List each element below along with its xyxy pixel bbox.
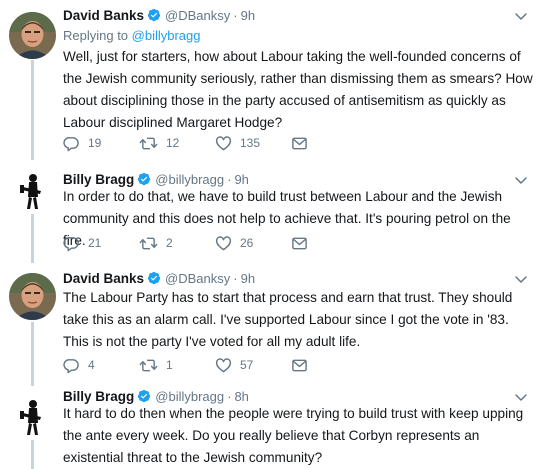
display-name[interactable]: Billy Bragg — [63, 389, 134, 404]
user-handle[interactable]: @billybragg — [155, 172, 224, 187]
envelope-icon — [291, 235, 308, 252]
chevron-down-icon[interactable] — [514, 390, 528, 404]
reply-count: 4 — [88, 358, 95, 372]
separator-dot: · — [233, 7, 238, 23]
display-name[interactable]: David Banks — [63, 271, 144, 286]
user-handle[interactable]: @billybragg — [155, 389, 224, 404]
replying-to-label: Replying to — [63, 28, 132, 43]
display-name[interactable]: Billy Bragg — [63, 172, 134, 187]
reply-icon — [63, 357, 80, 374]
user-handle[interactable]: @DBanksy — [165, 8, 230, 23]
tweet-actions: 19 12 135 — [63, 134, 367, 152]
envelope-icon — [291, 135, 308, 152]
retweet-count: 12 — [166, 136, 180, 150]
avatar-david-banks[interactable] — [9, 273, 56, 320]
avatar-david-banks[interactable] — [9, 12, 56, 59]
verified-badge-icon — [147, 8, 161, 22]
retweet-button[interactable]: 1 — [139, 357, 215, 374]
retweet-button[interactable]: 2 — [139, 235, 215, 252]
retweet-icon — [139, 235, 158, 252]
chevron-down-icon[interactable] — [514, 9, 528, 23]
reply-count: 21 — [88, 236, 102, 250]
tweet-header: David Banks @DBanksy · 9h — [63, 6, 255, 24]
retweet-count: 2 — [166, 236, 173, 250]
direct-message-button[interactable] — [291, 135, 367, 152]
verified-badge-icon — [147, 271, 161, 285]
tweet-text: Well, just for starters, how about Labou… — [63, 49, 533, 130]
like-button[interactable]: 57 — [215, 357, 291, 374]
timestamp[interactable]: 9h — [234, 172, 248, 187]
like-count: 57 — [240, 358, 254, 372]
direct-message-button[interactable] — [291, 235, 367, 252]
avatar-billy-bragg[interactable] — [9, 167, 56, 214]
retweet-count: 1 — [166, 358, 173, 372]
like-button[interactable]: 135 — [215, 135, 291, 152]
tweet-text: It hard to do then when the people were … — [63, 406, 524, 465]
like-count: 26 — [240, 236, 254, 250]
retweet-icon — [139, 135, 158, 152]
tweet-actions: 4 1 57 — [63, 356, 367, 374]
direct-message-button[interactable] — [291, 357, 367, 374]
tweet-header: David Banks @DBanksy · 9h — [63, 269, 255, 287]
timestamp[interactable]: 9h — [241, 8, 255, 23]
chevron-down-icon[interactable] — [514, 272, 528, 286]
user-handle[interactable]: @DBanksy — [165, 271, 230, 286]
display-name[interactable]: David Banks — [63, 8, 144, 23]
heart-icon — [215, 135, 232, 152]
reply-icon — [63, 135, 80, 152]
avatar-billy-bragg[interactable] — [9, 393, 56, 440]
tweet[interactable]: David Banks @DBanksy · 9h Replying to @b… — [0, 0, 540, 160]
retweet-icon — [139, 357, 158, 374]
separator-dot: · — [227, 171, 232, 187]
tweet[interactable]: Billy Bragg @billybragg · 8h It hard to … — [0, 386, 540, 469]
tweet[interactable]: David Banks @DBanksy · 9h The Labour Par… — [0, 263, 540, 386]
timestamp[interactable]: 9h — [241, 271, 255, 286]
separator-dot: · — [233, 270, 238, 286]
verified-badge-icon — [137, 389, 151, 403]
reply-button[interactable]: 21 — [63, 235, 139, 252]
replying-to: Replying to @billybragg — [63, 28, 201, 43]
replying-to-mention[interactable]: @billybragg — [132, 28, 201, 43]
retweet-button[interactable]: 12 — [139, 135, 215, 152]
verified-badge-icon — [137, 172, 151, 186]
heart-icon — [215, 357, 232, 374]
chevron-down-icon[interactable] — [514, 173, 528, 187]
like-button[interactable]: 26 — [215, 235, 291, 252]
reply-count: 19 — [88, 136, 102, 150]
timestamp[interactable]: 8h — [234, 389, 248, 404]
reply-button[interactable]: 4 — [63, 357, 139, 374]
envelope-icon — [291, 357, 308, 374]
reply-icon — [63, 235, 80, 252]
tweet[interactable]: Billy Bragg @billybragg · 9h In order to… — [0, 160, 540, 263]
separator-dot: · — [227, 388, 232, 404]
like-count: 135 — [240, 136, 261, 150]
reply-button[interactable]: 19 — [63, 135, 139, 152]
tweet-text: The Labour Party has to start that proce… — [63, 290, 513, 349]
tweet-actions: 21 2 26 — [63, 234, 367, 252]
heart-icon — [215, 235, 232, 252]
